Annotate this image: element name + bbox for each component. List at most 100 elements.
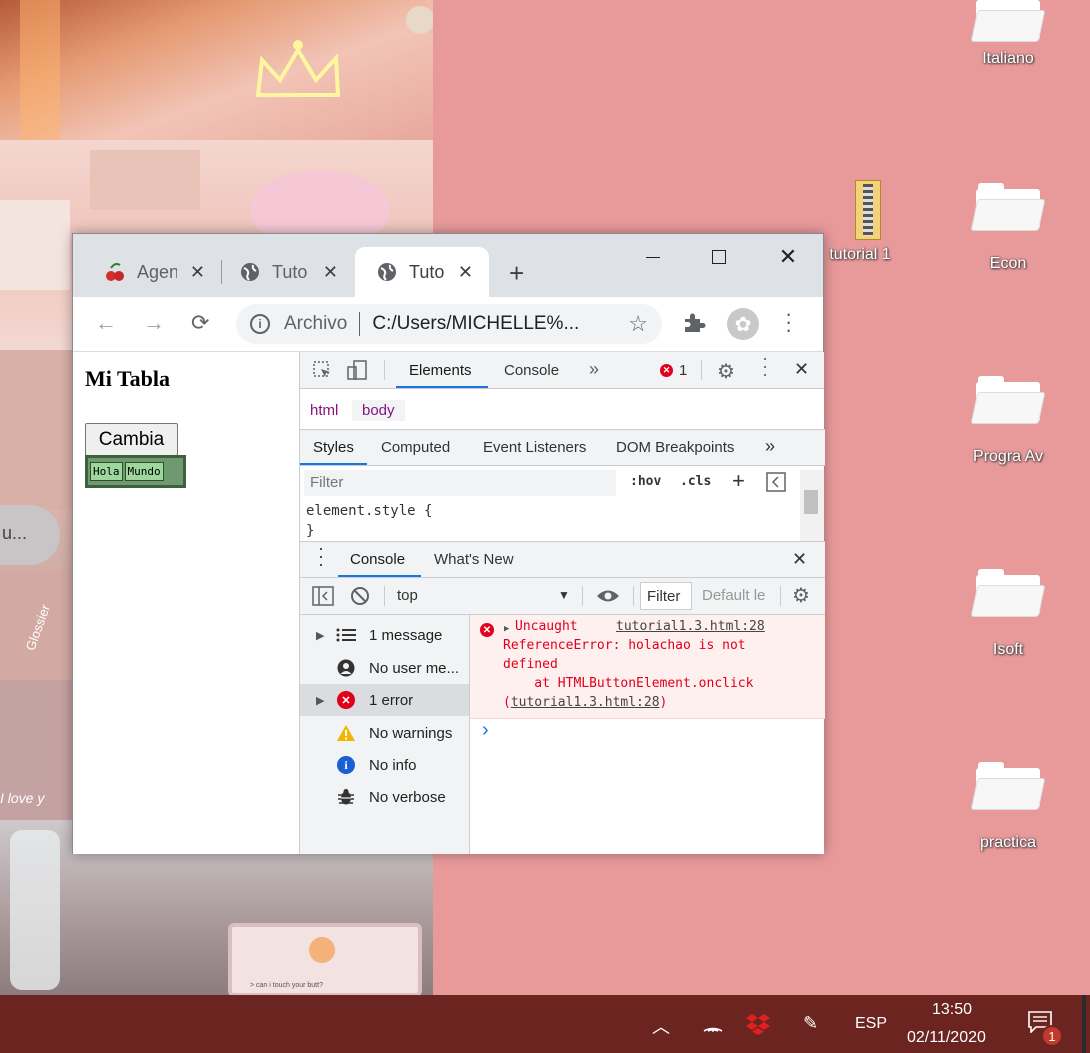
chevron-down-icon[interactable]: ▼	[558, 588, 570, 602]
settings-gear-icon[interactable]: ⚙	[717, 359, 735, 384]
clear-console-icon[interactable]	[350, 586, 370, 610]
paren-open: (	[503, 695, 511, 710]
folder-icon	[970, 569, 1046, 619]
clock-date[interactable]: 02/11/2020	[907, 1029, 986, 1047]
error-source-link[interactable]: tutorial1.3.html:28	[616, 617, 765, 636]
desktop-folder-econ[interactable]: Econ	[963, 183, 1053, 273]
hov-toggle[interactable]: :hov	[630, 474, 661, 489]
show-sidebar-icon[interactable]	[312, 586, 334, 610]
pen-icon[interactable]: ✎	[803, 1013, 818, 1034]
tab-event-listeners[interactable]: Event Listeners	[483, 439, 586, 456]
new-style-rule-icon[interactable]: +	[732, 468, 745, 494]
desktop-folder-tutorial-1[interactable]: tutorial 1	[815, 180, 905, 264]
minimize-button[interactable]	[629, 242, 677, 272]
devtools-menu-icon[interactable]: · · ·	[762, 349, 768, 383]
sidebar-item-verbose[interactable]: No verbose	[300, 781, 469, 813]
close-tab-icon[interactable]: ✕	[190, 262, 205, 283]
error-count[interactable]: 1	[679, 362, 687, 379]
menu-kebab-icon[interactable]: · · ·	[785, 303, 792, 341]
styles-scrollbar[interactable]	[800, 470, 824, 542]
toggle-sidebar-icon[interactable]	[766, 472, 786, 496]
styles-pane: element.style { }	[300, 499, 825, 541]
sidebar-item-info[interactable]: i No info	[300, 749, 469, 781]
device-toolbar-icon[interactable]	[346, 359, 368, 385]
new-tab-button[interactable]: +	[509, 258, 524, 289]
context-selector[interactable]: top	[397, 587, 418, 604]
desktop-icon-label: Isoft	[992, 641, 1024, 658]
profile-avatar[interactable]: ✿	[727, 308, 759, 340]
tab-elements[interactable]: Elements	[409, 362, 472, 379]
back-arrow-icon[interactable]: ←	[95, 310, 117, 336]
cls-toggle[interactable]: .cls	[680, 474, 711, 489]
desktop-icon-label: practica	[979, 834, 1037, 851]
devtools-top-bar: Elements Console » ✕ 1 ⚙ · · · ✕	[300, 349, 824, 389]
expand-arrow-icon[interactable]: ▶	[316, 694, 324, 707]
inspect-element-icon[interactable]	[312, 360, 332, 384]
browser-tab-2[interactable]: Tuto ✕	[218, 247, 354, 297]
breadcrumb-html[interactable]: html	[310, 402, 338, 419]
dropbox-icon[interactable]	[746, 1013, 770, 1040]
info-icon[interactable]: i	[250, 314, 270, 334]
bookmark-star-icon[interactable]: ☆	[628, 311, 648, 337]
wallpaper-room-photo	[0, 0, 434, 140]
expand-arrow-icon[interactable]: ▶	[316, 629, 324, 642]
console-settings-gear-icon[interactable]: ⚙	[792, 583, 810, 608]
more-tabs-chevron-icon[interactable]: »	[765, 436, 775, 457]
element-style-rule[interactable]: element.style {	[306, 503, 432, 519]
close-tab-icon[interactable]: ✕	[323, 262, 338, 283]
more-tabs-chevron-icon[interactable]: »	[589, 359, 599, 380]
tab-styles[interactable]: Styles	[313, 439, 354, 456]
page-heading: Mi Tabla	[85, 366, 170, 391]
drawer-tab-console[interactable]: Console	[350, 551, 405, 568]
crown-icon	[20, 0, 434, 140]
error-icon: ✕	[480, 623, 494, 637]
desktop-folder-progra-av[interactable]: Progra Av	[963, 376, 1053, 466]
language-indicator[interactable]: ESP	[855, 1015, 887, 1033]
tab-dom-breakpoints[interactable]: DOM Breakpoints	[616, 439, 734, 456]
tab-title: Tuto	[272, 261, 308, 282]
error-message[interactable]: ✕ ▶ Uncaught tutorial1.3.html:28 Referen…	[470, 615, 825, 719]
close-drawer-icon[interactable]: ✕	[792, 549, 807, 570]
cambia-button[interactable]: Cambia	[85, 423, 178, 456]
live-expression-eye-icon[interactable]	[596, 587, 620, 609]
close-tab-icon[interactable]: ✕	[458, 262, 473, 283]
drawer-tab-whats-new[interactable]: What's New	[434, 551, 514, 568]
desktop-folder-italiano[interactable]: Italiano	[963, 0, 1053, 68]
browser-tab-1[interactable]: Agen ✕	[83, 247, 221, 297]
forward-arrow-icon[interactable]: →	[143, 310, 165, 336]
active-tab-indicator	[396, 386, 488, 388]
console-prompt[interactable]: ›	[482, 719, 489, 742]
error-badge-icon[interactable]: ✕	[660, 364, 673, 377]
tab-computed[interactable]: Computed	[381, 439, 450, 456]
close-devtools-icon[interactable]: ✕	[794, 359, 809, 380]
stack-source-link[interactable]: tutorial1.3.html:28	[511, 695, 660, 710]
console-output: ✕ ▶ Uncaught tutorial1.3.html:28 Referen…	[470, 615, 825, 854]
sidebar-item-messages[interactable]: ▶ 1 message	[300, 619, 469, 651]
breadcrumb-body[interactable]: body	[352, 400, 405, 421]
sidebar-item-warnings[interactable]: No warnings	[300, 717, 469, 749]
show-desktop-button[interactable]	[1082, 995, 1086, 1053]
console-filter-input[interactable]: Filter	[640, 582, 692, 610]
browser-tab-3-active[interactable]: Tuto ✕	[355, 247, 489, 297]
extensions-puzzle-icon[interactable]	[682, 311, 706, 341]
styles-filter-input[interactable]: Filter	[304, 470, 616, 496]
wallpaper-love-text: I love y	[0, 790, 45, 806]
sidebar-item-errors[interactable]: ▶ ✕ 1 error	[300, 684, 469, 716]
sidebar-item-user-messages[interactable]: No user me...	[300, 652, 469, 684]
desktop-icon-label: tutorial 1	[829, 246, 891, 263]
tab-console[interactable]: Console	[504, 362, 559, 379]
chevron-up-icon[interactable]: ︿	[652, 1013, 670, 1039]
drawer-menu-icon[interactable]: · · ·	[318, 539, 324, 573]
desktop-folder-practica[interactable]: practica	[963, 762, 1053, 852]
maximize-button[interactable]	[695, 242, 743, 272]
clock-time[interactable]: 13:50	[932, 1001, 972, 1019]
sidebar-item-label: No user me...	[369, 659, 460, 677]
log-levels-dropdown[interactable]: Default le	[702, 587, 768, 604]
desktop-folder-isoft[interactable]: Isoft	[963, 569, 1053, 659]
console-toolbar: top ▼ Filter Default le ⚙	[300, 578, 825, 615]
taskbar: ︿ ✎ ESP 13:50 02/11/2020 1	[0, 995, 1090, 1053]
reload-icon[interactable]: ⟳	[191, 310, 209, 336]
wifi-icon[interactable]	[702, 1013, 724, 1038]
close-window-button[interactable]: ✕	[764, 242, 812, 272]
address-bar[interactable]: i Archivo C:/Users/MICHELLE%... ☆	[236, 304, 662, 344]
